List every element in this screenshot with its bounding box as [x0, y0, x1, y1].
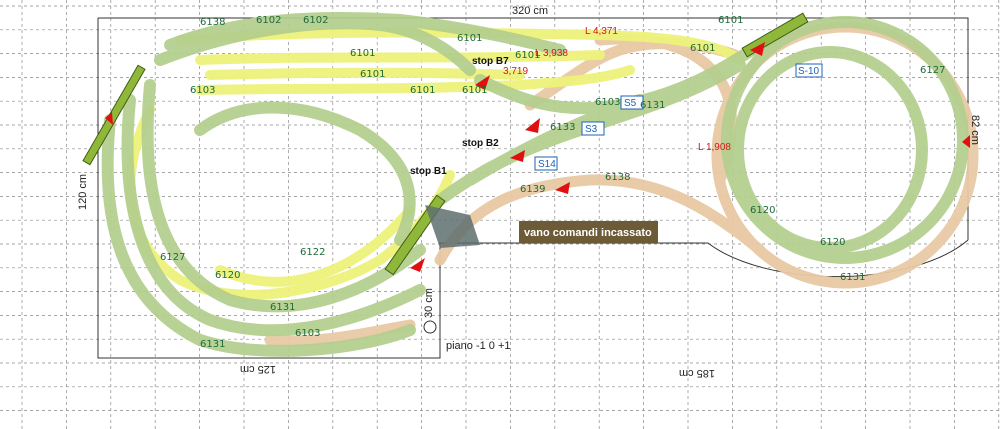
track-label: 6103	[295, 328, 320, 339]
control-panel: vano comandi incassato	[519, 221, 658, 243]
dim-left-height: 120 cm	[77, 174, 89, 210]
dim-bottom-left: 125 cm	[240, 363, 276, 375]
signal-icon	[525, 118, 540, 133]
levels-label: piano -1 0 +1	[446, 340, 511, 352]
signal-box-label: S14	[538, 159, 556, 170]
track-label: 6101	[410, 85, 435, 96]
length-label: L 4,371	[585, 26, 618, 37]
dim-top-width: 320 cm	[512, 5, 548, 17]
track-label: 6101	[462, 85, 487, 96]
track-label: 6101	[457, 33, 482, 44]
track-label: 6101	[690, 43, 715, 54]
dim-bottom-right: 185 cm	[679, 367, 715, 379]
length-label: L 1,908	[698, 142, 731, 153]
layout-plan: 320 cm 120 cm 82 cm 125 cm 185 cm 30 cm …	[0, 0, 1000, 429]
track-label: 6131	[200, 339, 225, 350]
track-label: 6101	[515, 50, 540, 61]
track-label: 6131	[840, 272, 865, 283]
tunnel-portal	[425, 205, 480, 248]
track-label: 6102	[303, 15, 328, 26]
track-label: 6133	[550, 122, 575, 133]
track-label: 6102	[256, 15, 281, 26]
track-label: 6120	[750, 205, 775, 216]
track-label: 6101	[350, 48, 375, 59]
track-label: 6138	[605, 172, 630, 183]
dim-right-height: 82 cm	[969, 115, 981, 145]
track-label: 6139	[520, 184, 545, 195]
length-label: 3,719	[503, 66, 528, 77]
signal-box-label: S5	[624, 98, 637, 109]
signal-box: S3	[581, 121, 605, 136]
track-label: 6120	[215, 270, 240, 281]
track-label: 6131	[270, 302, 295, 313]
stop-b1: stop B1	[410, 166, 447, 177]
small-loop-marker	[423, 320, 437, 334]
control-panel-label: vano comandi incassato	[524, 227, 652, 239]
track-label: 6103	[595, 97, 620, 108]
signal-box: S-10	[795, 63, 823, 78]
dim-small-radius: 30 cm	[423, 288, 435, 318]
signal-box-label: S3	[585, 124, 598, 135]
track-label: 6131	[640, 100, 665, 111]
signal-box-label: S-10	[798, 66, 820, 77]
stop-b2: stop B2	[462, 138, 499, 149]
track-label: 6127	[920, 65, 945, 76]
track-level-0	[125, 27, 745, 300]
track-label: 6101	[718, 15, 743, 26]
track-label: 6120	[820, 237, 845, 248]
signal-box: S14	[534, 156, 558, 171]
track-label: 6122	[300, 247, 325, 258]
track-label: 6138	[200, 17, 225, 28]
track-label: 6103	[190, 85, 215, 96]
track-label: 6127	[160, 252, 185, 263]
track-label: 6101	[360, 69, 385, 80]
